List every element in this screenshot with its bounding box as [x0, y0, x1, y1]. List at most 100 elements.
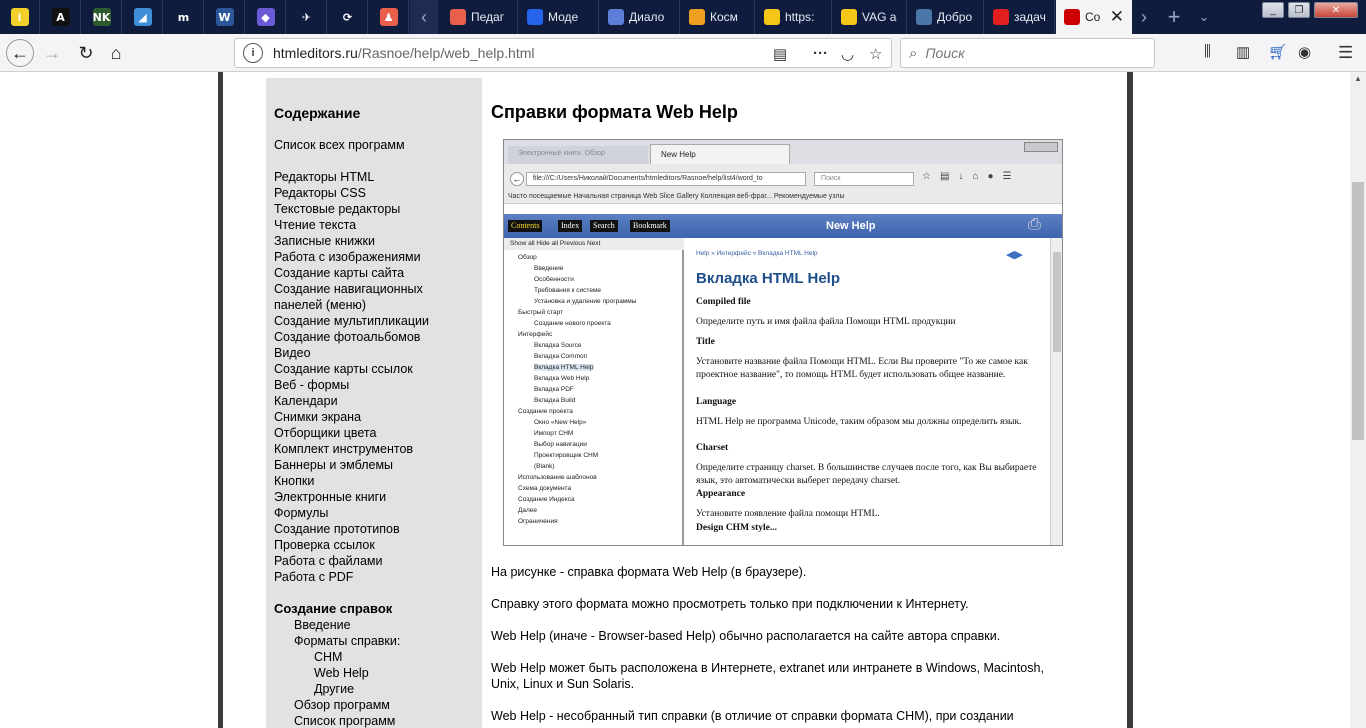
browser-tab[interactable]: Педаг: [442, 0, 518, 34]
sidebar-link[interactable]: Создание прототипов: [274, 521, 400, 537]
url-text: htmleditors.ru/Rasnoe/help/web_help.html: [273, 45, 534, 61]
pinned-tab[interactable]: NK: [82, 0, 122, 34]
shot-tab-index: Index: [558, 220, 583, 232]
sidebar-sublink[interactable]: Список программ: [294, 713, 395, 728]
scroll-tabs-right-icon[interactable]: ›: [1130, 0, 1158, 34]
browser-tab[interactable]: Косм: [681, 0, 755, 34]
browser-tab[interactable]: Со ✕: [1056, 0, 1132, 34]
sidebar-link[interactable]: Комплект инструментов: [274, 441, 413, 457]
browser-tab[interactable]: Добро: [908, 0, 984, 34]
sidebar-link[interactable]: Записные книжки: [274, 233, 375, 249]
shot-toc-item: Создание Индекса: [518, 496, 575, 503]
sidebar-link[interactable]: Работа с изображениями: [274, 249, 421, 265]
shot-toc-item: Ограничения: [518, 518, 558, 525]
sidebar-format-link[interactable]: Web Help: [314, 665, 369, 681]
shot-help-heading: Appearance: [696, 489, 746, 499]
diamond-icon: ◆: [256, 8, 275, 26]
sidebar-link[interactable]: Редакторы HTML: [274, 169, 374, 185]
sidebar-link[interactable]: Снимки экрана: [274, 409, 361, 425]
shot-help-heading: Title: [696, 337, 715, 347]
sidebar-format-link[interactable]: CHM: [314, 649, 342, 665]
sidebar-link[interactable]: Создание мультипликации: [274, 313, 429, 329]
sidebar-link[interactable]: Формулы: [274, 505, 328, 521]
vk-icon: [916, 9, 932, 25]
pinned-tab[interactable]: ♟: [369, 0, 409, 34]
shot-tab-2: New Help: [650, 144, 790, 164]
scroll-up-icon[interactable]: ▲: [1354, 74, 1362, 83]
browser-tab[interactable]: https:: [756, 0, 832, 34]
shot-toc-item: Вкладка Web Help: [534, 375, 590, 382]
scroll-thumb[interactable]: [1352, 182, 1364, 440]
shot-help-text: Определите путь и имя файла файла Помощи…: [696, 317, 956, 327]
sidebar-link[interactable]: Баннеры и эмблемы: [274, 457, 393, 473]
library-icon[interactable]: ⫼: [1204, 43, 1211, 60]
sidebar-link[interactable]: панелей (меню): [274, 297, 366, 313]
shot-toc-item: Быстрый старт: [518, 309, 564, 316]
pinned-tab[interactable]: i: [0, 0, 40, 34]
sidebar-sublink[interactable]: Обзор программ: [294, 697, 390, 713]
page-actions-icon[interactable]: ···: [813, 45, 828, 62]
sidebar-format-link[interactable]: Другие: [314, 681, 354, 697]
sidebar-link[interactable]: Отборщики цвета: [274, 425, 376, 441]
sidebar-link[interactable]: Текстовые редакторы: [274, 201, 400, 217]
minimize-icon[interactable]: _: [1262, 2, 1284, 18]
sidebar-link[interactable]: Видео: [274, 345, 311, 361]
sidebar-link[interactable]: Чтение текста: [274, 217, 356, 233]
sidebar-link[interactable]: Работа с файлами: [274, 553, 382, 569]
pinned-tab[interactable]: A: [41, 0, 81, 34]
sidebar-sublink[interactable]: Введение: [294, 617, 351, 633]
shot-help-heading: Compiled file: [696, 297, 751, 307]
sidebar-link[interactable]: Редакторы CSS: [274, 185, 366, 201]
pinned-tab[interactable]: ◆: [246, 0, 286, 34]
pinned-tab[interactable]: W: [205, 0, 245, 34]
pinned-tab[interactable]: ◢: [123, 0, 163, 34]
info-icon[interactable]: i: [243, 43, 263, 63]
webhelp-screenshot-image: Электронные книги. Обзор New Help ← file…: [503, 139, 1063, 546]
sidebar-link[interactable]: Создание фотоальбомов: [274, 329, 420, 345]
page-scrollbar[interactable]: ▲: [1350, 72, 1366, 728]
menu-icon[interactable]: ☰: [1338, 43, 1353, 63]
tab-close-icon[interactable]: ✕: [1110, 8, 1124, 25]
pinned-tab[interactable]: m: [164, 0, 204, 34]
tab-list-chevron-icon[interactable]: ⌄: [1190, 0, 1218, 34]
home-icon[interactable]: ⌂: [102, 39, 130, 67]
search-box[interactable]: ⌕ Поиск: [900, 38, 1155, 68]
sidebar-link[interactable]: Электронные книги: [274, 489, 386, 505]
new-tab-icon[interactable]: +: [1160, 0, 1188, 34]
shot-help-text: Установите появление файла помощи HTML.: [696, 509, 880, 519]
back-icon[interactable]: ←: [6, 39, 34, 67]
sidebar-link[interactable]: Создание карты сайта: [274, 265, 404, 281]
sidebar-link[interactable]: Веб - формы: [274, 377, 349, 393]
reload-icon[interactable]: ↻: [72, 39, 100, 67]
cart-icon[interactable]: 🛒︎: [1268, 43, 1287, 61]
sidebar-link[interactable]: Кнопки: [274, 473, 314, 489]
article-paragraph: На рисунке - справка формата Web Help (в…: [491, 565, 807, 579]
scroll-tabs-left-icon[interactable]: ‹: [410, 0, 438, 34]
pinned-tab[interactable]: ⟳: [328, 0, 368, 34]
word-icon: W: [215, 8, 234, 26]
swirl-icon: ⟳: [338, 8, 357, 26]
close-window-icon[interactable]: ✕: [1314, 2, 1358, 18]
sidebar-link[interactable]: Создание карты ссылок: [274, 361, 413, 377]
restore-icon[interactable]: ❐: [1288, 2, 1310, 18]
browser-tab[interactable]: Диало: [600, 0, 680, 34]
sidebar-link[interactable]: Создание навигационных: [274, 281, 423, 297]
browser-tab[interactable]: задач: [985, 0, 1055, 34]
url-bar[interactable]: i htmleditors.ru/Rasnoe/help/web_help.ht…: [234, 38, 892, 68]
forward-icon[interactable]: →: [38, 39, 66, 67]
sidebar-link[interactable]: Проверка ссылок: [274, 537, 375, 553]
shot-toc-item: Вкладка Source: [534, 342, 582, 349]
reader-view-icon[interactable]: ▤: [773, 45, 787, 63]
sidebar-link[interactable]: Календари: [274, 393, 338, 409]
browser-tab[interactable]: Моде: [519, 0, 599, 34]
shot-toc-item: Окно «New Help»: [534, 419, 587, 426]
pocket-icon[interactable]: ◡: [841, 45, 854, 63]
sidebar-toggle-icon[interactable]: ▥: [1236, 43, 1250, 61]
sidebar-link-all-programs[interactable]: Список всех программ: [274, 137, 405, 153]
sidebar-link[interactable]: Работа с PDF: [274, 569, 353, 585]
sync-icon[interactable]: ◉: [1298, 43, 1311, 61]
bookmark-star-icon[interactable]: ☆: [869, 45, 882, 63]
tab-label: Педаг: [471, 10, 505, 24]
pinned-tab[interactable]: ✈: [287, 0, 327, 34]
browser-tab[interactable]: VAG а: [833, 0, 907, 34]
